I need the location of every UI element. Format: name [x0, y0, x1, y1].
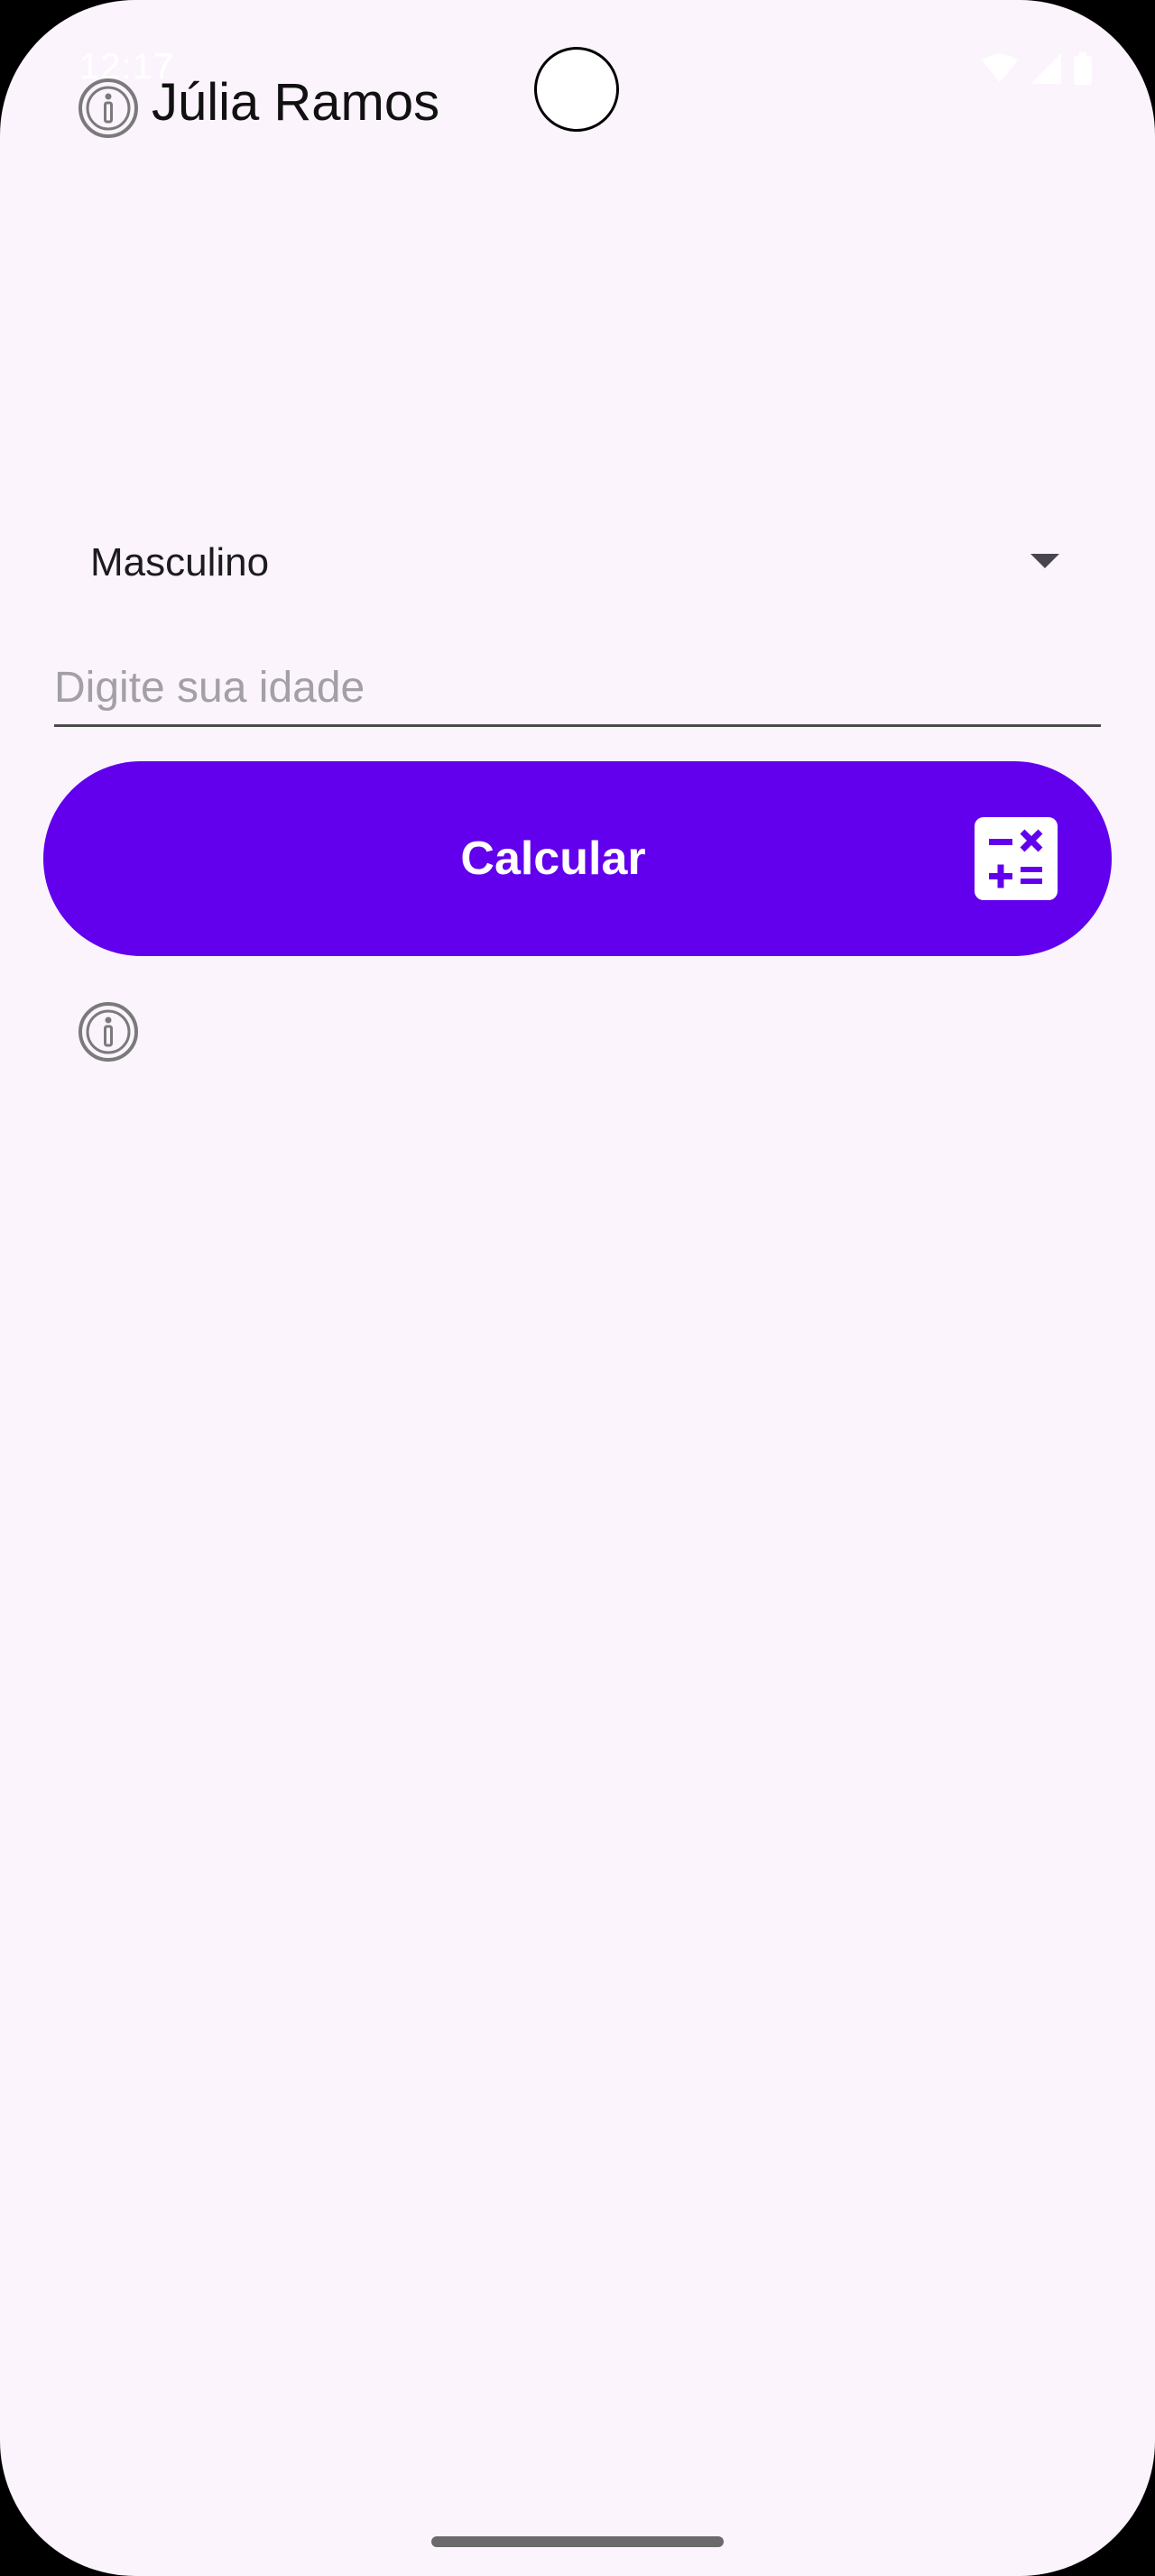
result-info-icon[interactable]	[78, 1001, 139, 1063]
age-input[interactable]	[54, 651, 1101, 723]
app-screen: 12:17 Júlia Ramos Masculino Calcular	[0, 0, 1155, 2576]
wifi-icon	[982, 54, 1018, 82]
user-name-title: Júlia Ramos	[152, 73, 440, 132]
gesture-nav-handle[interactable]	[431, 2536, 724, 2547]
camera-cutout	[534, 47, 619, 132]
status-icons	[982, 52, 1092, 85]
calculate-button-label: Calcular	[460, 833, 646, 885]
dropdown-arrow-icon	[1030, 554, 1059, 568]
info-icon[interactable]	[78, 78, 139, 139]
signal-icon	[1030, 53, 1061, 84]
gender-selected-value: Masculino	[90, 540, 270, 584]
calculate-button[interactable]: Calcular	[43, 761, 1112, 956]
gender-select[interactable]: Masculino	[54, 505, 1074, 622]
calculator-icon	[975, 817, 1058, 900]
age-field	[54, 651, 1101, 727]
battery-icon	[1074, 52, 1092, 85]
